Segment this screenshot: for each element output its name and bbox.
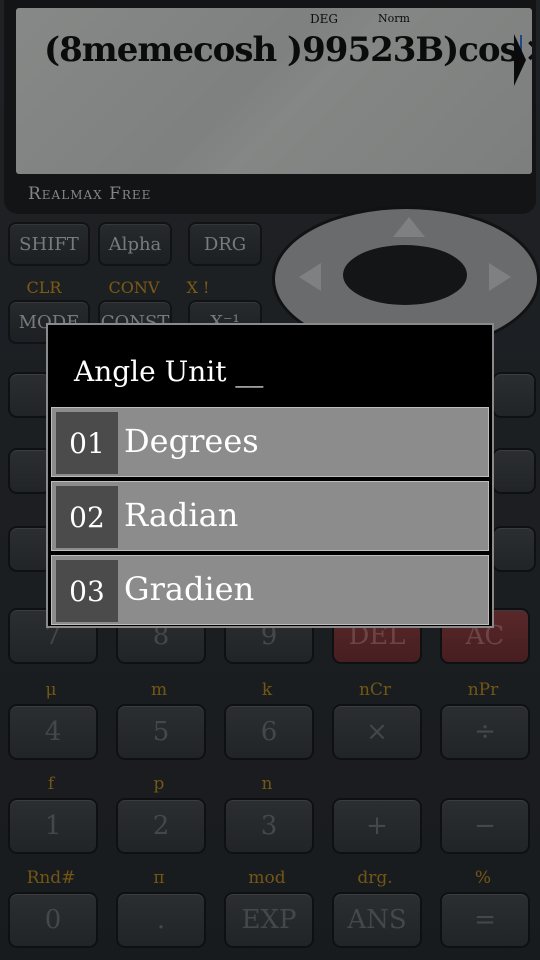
option-number: 02: [56, 486, 118, 548]
option-label: Gradien: [124, 570, 255, 608]
option-gradien[interactable]: 03 Gradien: [51, 555, 489, 625]
option-number: 03: [56, 560, 118, 622]
option-number: 01: [56, 412, 118, 474]
dialog-title: Angle Unit __: [74, 355, 264, 388]
option-radian[interactable]: 02 Radian: [51, 481, 489, 551]
option-degrees[interactable]: 01 Degrees: [51, 407, 489, 477]
angle-unit-dialog: Angle Unit __ 01 Degrees 02 Radian 03 Gr…: [46, 323, 494, 628]
option-label: Degrees: [124, 422, 259, 460]
option-label: Radian: [124, 496, 239, 534]
